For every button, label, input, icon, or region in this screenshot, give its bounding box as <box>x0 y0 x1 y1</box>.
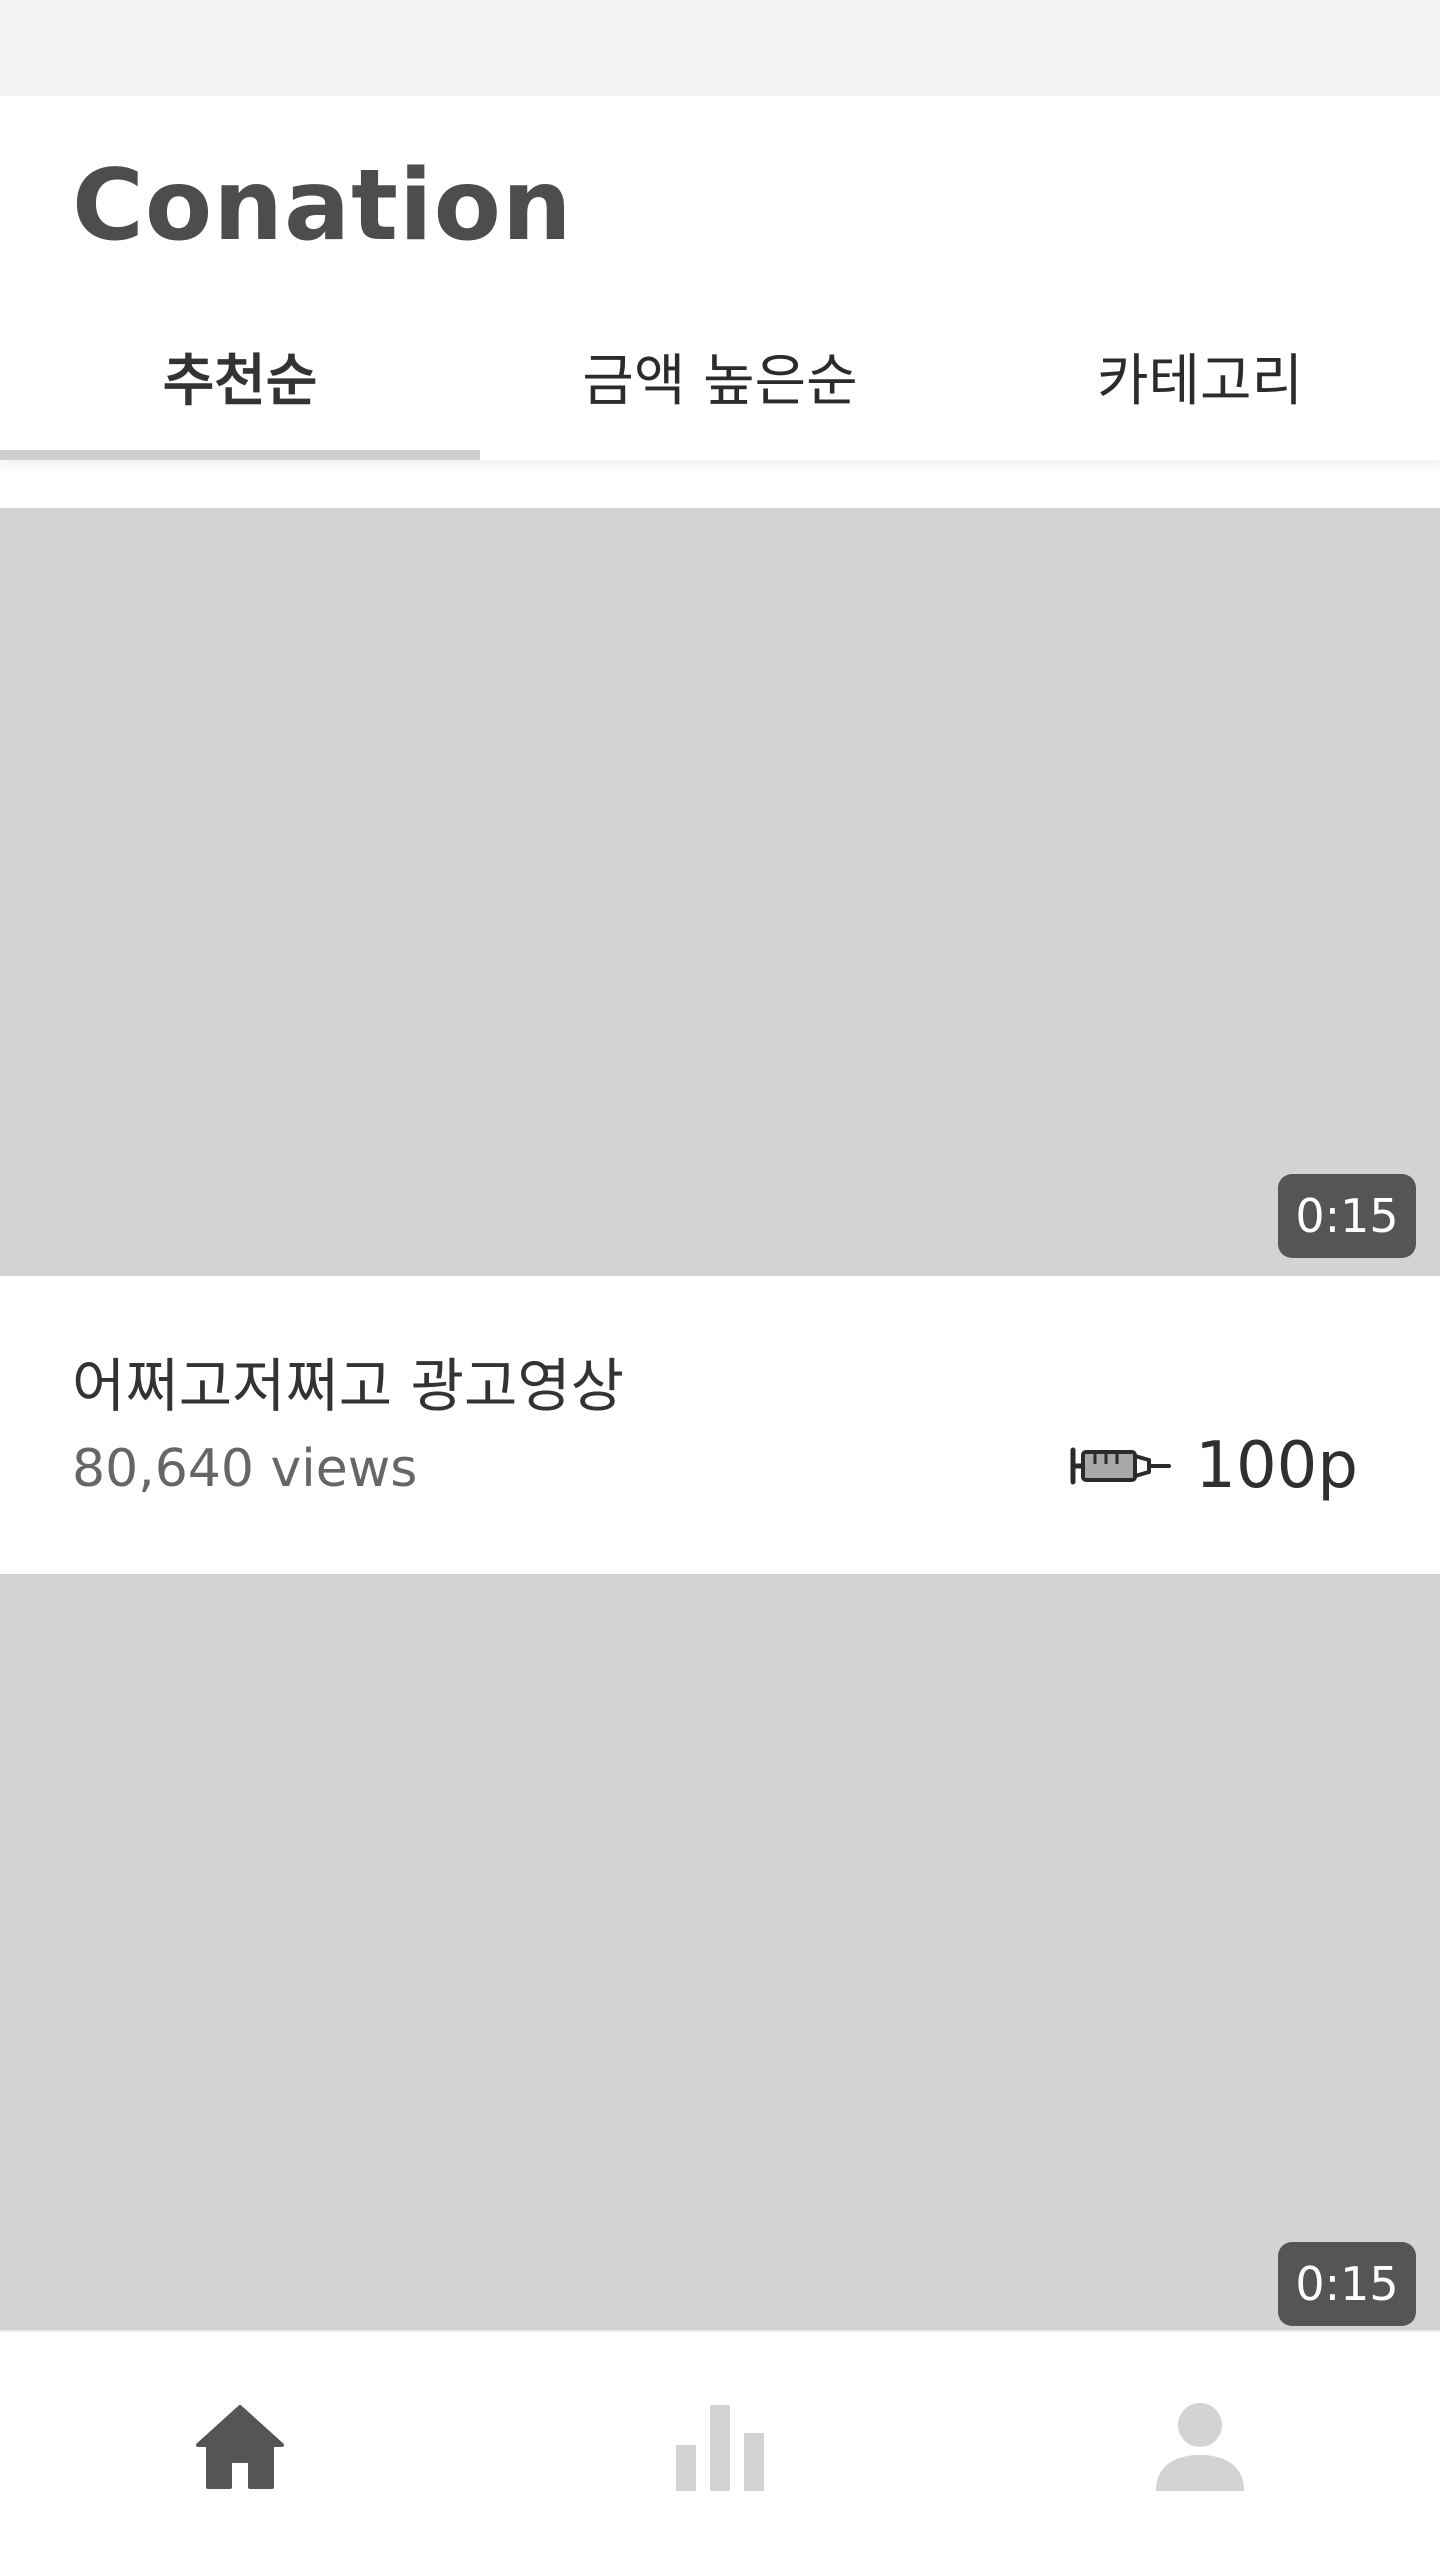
video-feed: 0:15 어쩌고저쩌고 광고영상 80,640 views 100p 0:15 <box>0 460 1440 2330</box>
tab-label: 금액 높은순 <box>582 349 858 414</box>
duration-badge: 0:15 <box>1278 2242 1416 2326</box>
tab-label: 추천순 <box>162 349 318 414</box>
view-count: 80,640 views <box>72 1439 418 1499</box>
sort-tabs: 추천순 금액 높은순 카테고리 <box>0 346 1440 460</box>
tab-category[interactable]: 카테고리 <box>960 346 1440 460</box>
nav-stats[interactable] <box>480 2332 960 2562</box>
active-tab-indicator <box>0 450 480 460</box>
points-value: 100p <box>1195 1429 1358 1503</box>
bottom-navigation <box>0 2330 1440 2560</box>
nav-profile[interactable] <box>960 2332 1440 2562</box>
syringe-icon <box>1070 1447 1172 1485</box>
nav-home[interactable] <box>0 2332 480 2562</box>
status-bar <box>0 0 1440 96</box>
reward-points: 100p <box>1069 1426 1358 1506</box>
video-thumbnail[interactable]: 0:15 <box>0 1574 1440 2330</box>
tab-highest-amount[interactable]: 금액 높은순 <box>480 346 960 460</box>
duration-badge: 0:15 <box>1278 1174 1416 1258</box>
video-thumbnail[interactable]: 0:15 <box>0 508 1440 1276</box>
tab-recommended[interactable]: 추천순 <box>0 346 480 460</box>
bar-chart-icon <box>676 2405 764 2491</box>
video-title[interactable]: 어쩌고저쩌고 광고영상 <box>72 1352 624 1422</box>
tab-label: 카테고리 <box>1096 349 1304 414</box>
app-header: Conation 추천순 금액 높은순 카테고리 <box>0 96 1440 460</box>
video-info[interactable]: 어쩌고저쩌고 광고영상 80,640 views 100p <box>0 1276 1440 1574</box>
app-title: Conation <box>72 149 573 263</box>
user-icon <box>1156 2403 1244 2491</box>
home-icon <box>196 2405 284 2489</box>
